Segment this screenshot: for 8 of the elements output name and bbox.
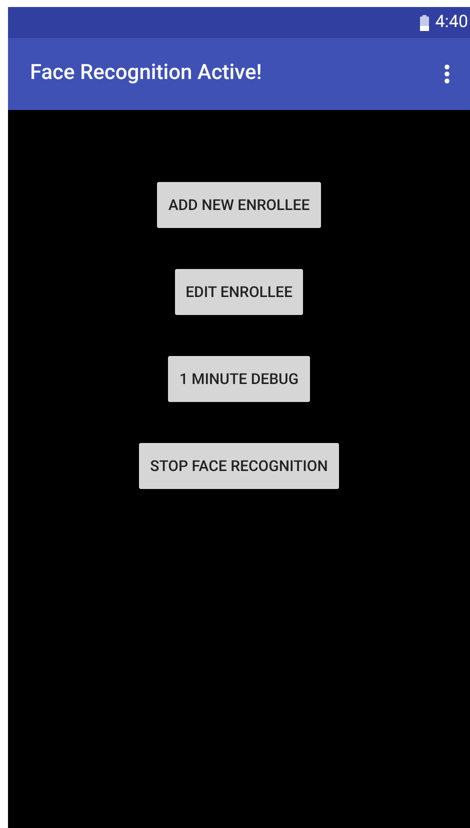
more-menu-icon[interactable]: [444, 64, 450, 84]
status-time: 4:40: [435, 10, 468, 34]
battery-icon: [420, 14, 430, 30]
action-button[interactable]: STOP FACE RECOGNITION: [139, 443, 339, 489]
action-button[interactable]: EDIT ENROLLEE: [174, 269, 304, 315]
action-button[interactable]: 1 MINUTE DEBUG: [168, 356, 310, 402]
action-button[interactable]: ADD NEW ENROLLEE: [157, 182, 321, 228]
app-title: Face Recognition Active!: [30, 60, 262, 88]
